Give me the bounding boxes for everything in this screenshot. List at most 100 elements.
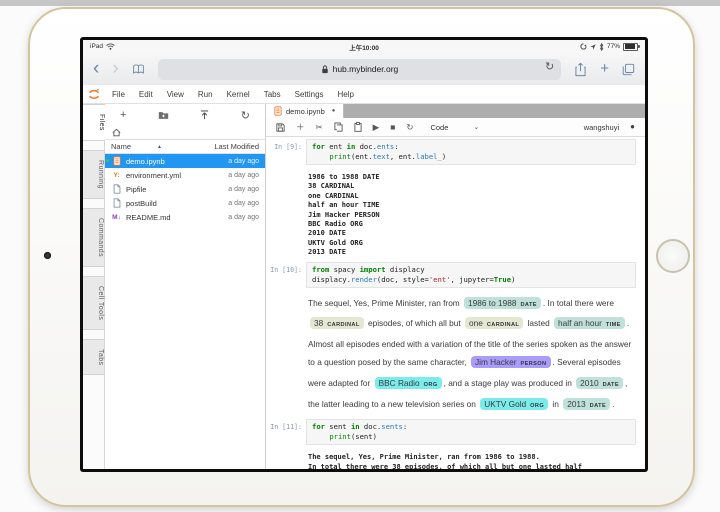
url-text: hub.mybinder.org [333,64,399,74]
address-bar[interactable]: hub.mybinder.org ↻ [158,59,562,80]
menu-item-settings[interactable]: Settings [288,90,331,99]
menu-item-file[interactable]: File [105,90,132,99]
tab-switcher-icon[interactable] [622,63,635,76]
ipad-screen: iPad 上午10:00 [80,37,648,472]
entity-mark-cardinal: oneCARDINAL [465,317,523,329]
menu-item-help[interactable]: Help [331,90,361,99]
new-launcher-button[interactable]: + [120,109,126,121]
status-clock: 上午10:00 [83,42,645,52]
home-folder-icon[interactable] [112,128,121,137]
sidebar-tab-files[interactable]: Files [83,104,105,141]
file-modified: a day ago [228,214,259,221]
notebook-cell[interactable]: In [9]:for ent in doc.ents: print(ent.te… [266,139,645,262]
notebook-cell[interactable]: In [11]:for sent in doc.sents: print(sen… [266,419,645,469]
cell-prompt: In [11]: [266,419,302,469]
file-name: README.md [126,213,224,222]
entity-mark-person: Jim HackerPERSON [471,356,551,368]
file-list-header[interactable]: Name ▲ Last Modified [105,139,265,154]
cell-output-text: The sequel, Yes, Prime Minister, ran fro… [308,453,636,469]
cell-prompt: In [10]: [266,262,302,420]
file-list: demo.ipynba day agoY:environment.ymla da… [105,154,265,224]
sidebar-tab-tabs[interactable]: Tabs [83,339,104,375]
back-button[interactable]: ‹ [93,64,99,74]
main-dock-panel: demo.ipynb ● ＋ ✂ [266,104,645,469]
run-cell-button[interactable]: ▶ [373,123,380,131]
file-modified: a day ago [228,172,259,179]
https-lock-icon [321,65,329,74]
cell-code-editor[interactable]: from spacy import displacy displacy.rend… [306,262,636,288]
jupyterlab-app: FileEditViewRunKernelTabsSettingsHelp Fi… [83,85,645,469]
new-folder-button[interactable] [158,111,169,120]
sidebar-tab-running[interactable]: Running [83,150,104,199]
notebook-tab[interactable]: demo.ipynb ● [266,104,344,118]
entity-mark-date: 1986 to 1988DATE [464,297,541,309]
reload-icon[interactable]: ↻ [545,60,554,73]
notebook-toolbar: ＋ ✂ [266,118,645,137]
front-camera [44,252,51,259]
file-modified: a day ago [228,200,259,207]
column-last-modified[interactable]: Last Modified [214,142,259,151]
file-browser-toolbar: + ↻ [105,104,265,126]
file-name: demo.ipynb [126,157,224,166]
notebook-cells: In [9]:for ent in doc.ents: print(ent.te… [266,137,645,469]
entity-label: DATE [520,302,536,308]
cell-code-editor[interactable]: for ent in doc.ents: print(ent.text, ent… [306,139,636,165]
entity-mark-date: 2010DATE [576,377,623,389]
copy-cells-button[interactable] [334,122,343,132]
bookmarks-icon[interactable] [132,63,145,75]
column-name[interactable]: Name [111,142,131,151]
menu-item-view[interactable]: View [160,90,191,99]
entity-mark-org: BBC RadioORG [375,377,442,389]
ios-status-bar: iPad 上午10:00 [83,40,645,53]
kernel-status-icon[interactable]: ● [630,123,635,131]
file-icon [111,198,122,208]
cell-code-editor[interactable]: for sent in doc.sents: print(sent) [306,419,636,445]
chevron-down-icon: ⌄ [473,123,479,131]
entity-label: DATE [590,403,606,409]
file-row[interactable]: M↓ README.md a day ago [105,210,265,224]
file-row[interactable]: demo.ipynba day ago [105,154,265,168]
yaml-file-icon: Y: [111,172,122,179]
sidebar-tab-commands[interactable]: Commands [83,208,104,267]
cell-type-dropdown[interactable]: Code [430,123,448,132]
upload-button[interactable] [200,110,209,120]
kernel-user-label: wangshuyi [584,123,619,132]
notebook-file-icon [274,106,282,116]
file-row[interactable]: postBuilda day ago [105,196,265,210]
file-row[interactable]: Y:environment.ymla day ago [105,168,265,182]
entity-label: ORG [424,382,438,388]
refresh-files-button[interactable]: ↻ [241,109,250,122]
home-button[interactable] [656,239,690,273]
file-icon [111,184,122,194]
forward-button[interactable]: › [112,64,118,74]
menu-item-kernel[interactable]: Kernel [220,90,257,99]
menu-item-tabs[interactable]: Tabs [257,90,288,99]
menu-item-edit[interactable]: Edit [132,90,160,99]
sort-ascending-icon: ▲ [157,144,162,150]
notebook-file-icon [111,156,122,166]
sidebar-tab-cell-tools[interactable]: Cell Tools [83,276,104,330]
battery-icon [623,43,638,51]
file-modified: a day ago [228,186,259,193]
displacy-entity-output: The sequel, Yes, Prime Minister, ran fro… [308,294,636,416]
stop-kernel-button[interactable]: ■ [390,123,395,131]
entity-mark-time: half an hourTIME [554,317,625,329]
cut-cells-button[interactable]: ✂ [316,123,323,131]
save-button[interactable] [276,123,285,132]
new-tab-icon[interactable]: + [600,64,609,74]
add-cell-button[interactable]: ＋ [296,123,305,131]
cell-prompt: In [9]: [266,139,302,262]
cell-output-text: 1986 to 1988 DATE 38 CARDINAL one CARDIN… [308,173,636,258]
tab-close-icon[interactable]: ● [332,108,336,114]
menu-items: FileEditViewRunKernelTabsSettingsHelp [105,90,361,99]
entity-mark-cardinal: 38CARDINAL [310,317,364,329]
entity-label: PERSON [520,361,546,367]
file-row[interactable]: Pipfilea day ago [105,182,265,196]
restart-kernel-button[interactable]: ↻ [406,123,413,131]
entity-label: TIME [606,322,621,328]
paste-cells-button[interactable] [354,122,362,132]
markdown-file-icon: M↓ [111,214,122,221]
menu-item-run[interactable]: Run [191,90,220,99]
share-icon[interactable] [574,62,587,77]
notebook-cell[interactable]: In [10]:from spacy import displacy displ… [266,262,645,420]
